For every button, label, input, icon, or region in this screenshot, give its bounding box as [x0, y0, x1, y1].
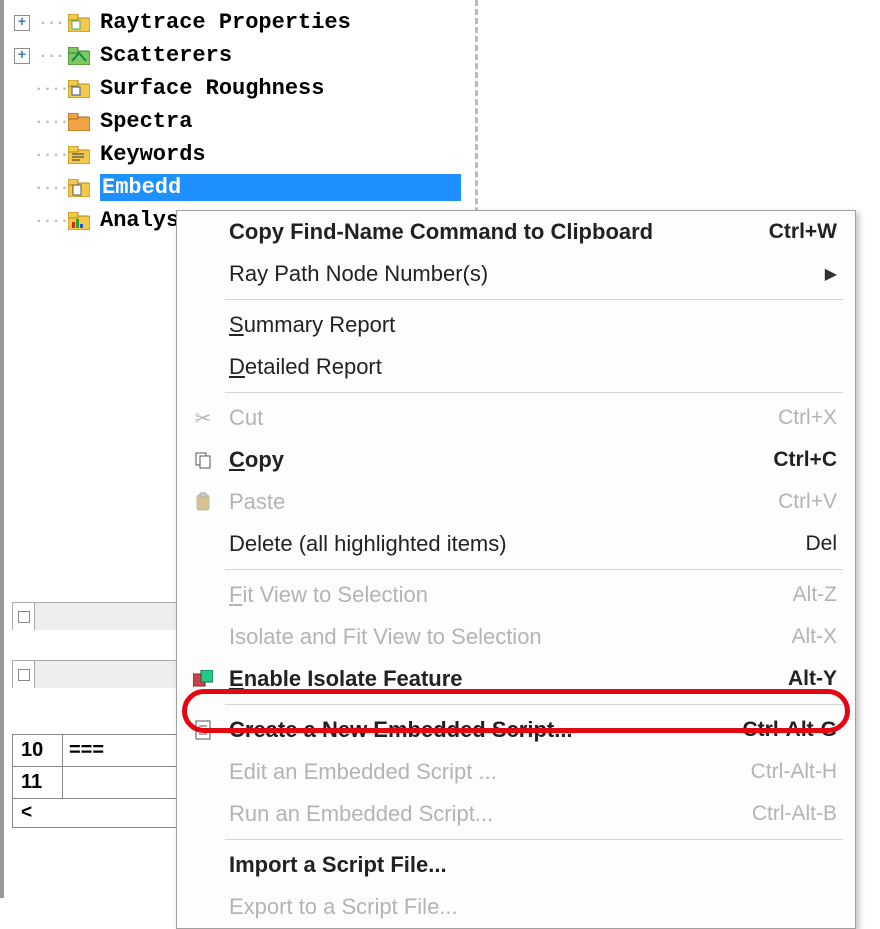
line-number: 11 [13, 767, 63, 798]
expand-icon[interactable]: + [14, 48, 30, 64]
tree-item-spectra[interactable]: ···· Spectra [14, 105, 475, 138]
menu-export-script: Export to a Script File... [177, 886, 855, 928]
folder-icon [68, 113, 90, 131]
folder-script-icon [68, 179, 90, 197]
tree-label: Keywords [100, 142, 206, 167]
submenu-arrow-icon: ▶ [825, 264, 837, 284]
folder-icon [68, 146, 90, 164]
shade-cell [35, 661, 191, 688]
gutter-row [12, 660, 192, 688]
tree-connector: ··· [34, 14, 68, 32]
tree-label: Raytrace Properties [100, 10, 351, 35]
tree-label: Surface Roughness [100, 76, 324, 101]
tree-label-selected: Embedd [100, 174, 461, 201]
menu-summary-report[interactable]: Summary Report [177, 304, 855, 346]
tree-connector: ··· [34, 47, 68, 65]
tree-item-scatterers[interactable]: + ··· Scatterers [14, 39, 475, 72]
menu-edit-embedded-script: Edit an Embedded Script ... Ctrl-Alt-H [177, 751, 855, 793]
checkbox-cell[interactable] [13, 661, 35, 688]
document-icon [177, 720, 229, 740]
scissors-icon: ✂ [177, 406, 229, 431]
menu-copy[interactable]: Copy Ctrl+C [177, 439, 855, 481]
tree-connector: ···· [34, 212, 68, 230]
tree-item-keywords[interactable]: ···· Keywords [14, 138, 475, 171]
menu-separator [225, 569, 843, 570]
gutter-row [12, 602, 192, 630]
menu-copy-find-name[interactable]: Copy Find-Name Command to Clipboard Ctrl… [177, 211, 855, 253]
tree-connector: ···· [34, 146, 68, 164]
folder-icon [68, 14, 90, 32]
tree-item-raytrace[interactable]: + ··· Raytrace Properties [14, 6, 475, 39]
paste-icon [177, 492, 229, 512]
menu-run-embedded-script: Run an Embedded Script... Ctrl-Alt-B [177, 793, 855, 835]
tree-connector: ···· [34, 113, 68, 131]
folder-chart-icon [68, 212, 90, 230]
folder-icon [68, 47, 90, 65]
tree-label: Scatterers [100, 43, 232, 68]
expand-icon[interactable]: + [14, 15, 30, 31]
menu-separator [225, 299, 843, 300]
line-row: 11 [12, 766, 192, 798]
tree-item-surface-roughness[interactable]: ···· Surface Roughness [14, 72, 475, 105]
menu-cut: ✂ Cut Ctrl+X [177, 397, 855, 439]
menu-import-script[interactable]: Import a Script File... [177, 844, 855, 886]
shade-cell [35, 603, 191, 630]
menu-enable-isolate[interactable]: Enable Isolate Feature Alt-Y [177, 658, 855, 700]
menu-paste: Paste Ctrl+V [177, 481, 855, 523]
tree-label: Analys [100, 208, 179, 233]
checkbox-cell[interactable] [13, 603, 35, 630]
line-number: 10 [13, 735, 63, 766]
scroll-left[interactable]: < [12, 798, 192, 828]
menu-separator [225, 839, 843, 840]
menu-separator [225, 392, 843, 393]
tree-label: Spectra [100, 109, 192, 134]
tree-connector: ···· [34, 80, 68, 98]
menu-detailed-report[interactable]: Detailed Report [177, 346, 855, 388]
menu-fit-view: Fit View to Selection Alt-Z [177, 574, 855, 616]
line-row: 10 === [12, 734, 192, 766]
line-content [63, 767, 191, 798]
tree-item-embedded-scripts[interactable]: ···· Embedd [14, 171, 475, 204]
tree-connector: ···· [34, 179, 68, 197]
isolate-icon [177, 670, 229, 688]
menu-ray-path-node[interactable]: Ray Path Node Number(s) ▶ [177, 253, 855, 295]
menu-separator [225, 704, 843, 705]
context-menu: Copy Find-Name Command to Clipboard Ctrl… [176, 210, 856, 929]
menu-delete[interactable]: Delete (all highlighted items) Del [177, 523, 855, 565]
copy-icon [177, 450, 229, 470]
menu-create-embedded-script[interactable]: Create a New Embedded Script... Ctrl-Alt… [177, 709, 855, 751]
line-content: === [63, 735, 191, 766]
menu-isolate-fit: Isolate and Fit View to Selection Alt-X [177, 616, 855, 658]
bottom-gutter: 10 === 11 < [12, 602, 192, 828]
folder-icon [68, 80, 90, 98]
